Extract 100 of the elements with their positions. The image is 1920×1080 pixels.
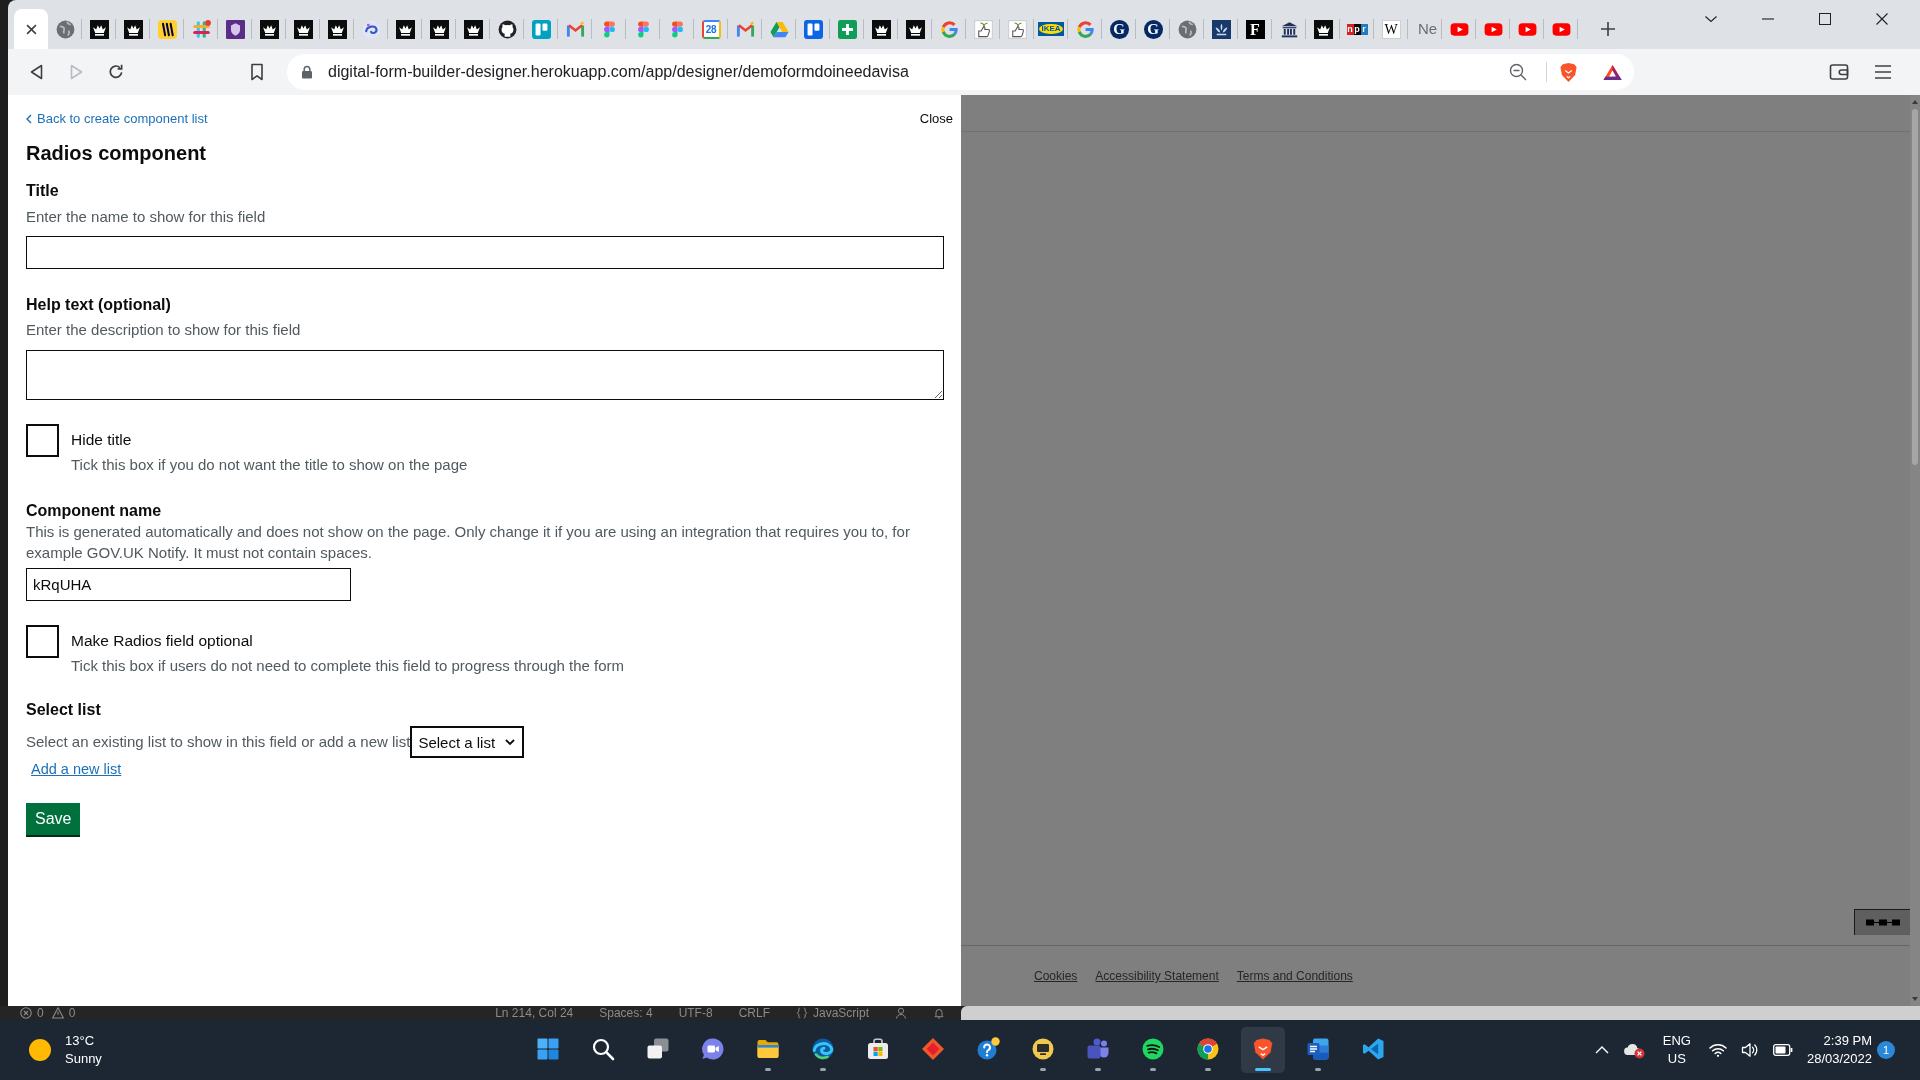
crown-icon bbox=[871, 19, 891, 39]
warning-icon bbox=[51, 1007, 64, 1019]
add-list-link[interactable]: Add a new list bbox=[31, 759, 122, 779]
checkbox[interactable] bbox=[26, 424, 59, 457]
board-logo-icon bbox=[803, 19, 823, 39]
taskbar-button[interactable] bbox=[1240, 1027, 1285, 1073]
panel-heading: Radios component bbox=[26, 141, 206, 165]
field-label: Select list bbox=[26, 700, 101, 720]
letter-logo: F bbox=[1245, 19, 1265, 39]
save-button[interactable]: Save bbox=[26, 803, 81, 835]
board-logo-icon bbox=[531, 19, 551, 39]
text-input[interactable] bbox=[26, 236, 944, 269]
minimize-icon[interactable] bbox=[1761, 18, 1774, 20]
plus-icon[interactable] bbox=[1601, 22, 1615, 36]
checkbox-label: Hide title bbox=[71, 430, 132, 450]
sound-waves-logo-icon bbox=[1140, 1037, 1165, 1061]
sun-icon bbox=[28, 1038, 52, 1062]
checkbox-label: Make Radios field optional bbox=[71, 631, 253, 651]
triangle-logo-icon[interactable] bbox=[1603, 63, 1622, 81]
back-link[interactable]: Back to create component list bbox=[26, 111, 208, 127]
diamond-icon bbox=[920, 1037, 945, 1061]
shield-crest-icon bbox=[225, 19, 245, 39]
linked-squares-icon bbox=[1865, 919, 1900, 926]
error-icon bbox=[20, 1007, 32, 1019]
plus-tile-icon bbox=[837, 19, 857, 39]
footer-link[interactable]: Accessibility Statement bbox=[1095, 969, 1219, 983]
text-area[interactable] bbox=[26, 350, 944, 400]
calendar-logo: 28 bbox=[701, 19, 721, 39]
swirl-logo-icon bbox=[361, 19, 381, 39]
emblem-icon bbox=[1211, 19, 1231, 39]
video-chat-icon bbox=[700, 1037, 725, 1061]
address-bar[interactable]: digital-form-builder-designer.herokuapp.com/app/designer/demoformdoineedavisa bbox=[287, 54, 1634, 90]
four-squares-icon bbox=[535, 1037, 560, 1061]
field-hint: Tick this box if you do not want the title to show on the page bbox=[71, 455, 468, 475]
envelope-logo-icon bbox=[565, 19, 585, 39]
cat-logo-icon bbox=[497, 19, 517, 39]
braces-icon bbox=[795, 1007, 808, 1019]
shopping-bag-icon bbox=[865, 1037, 890, 1061]
chevron-up-icon[interactable] bbox=[1594, 1046, 1609, 1054]
wave-logo-icon bbox=[810, 1037, 835, 1061]
menu-icon[interactable] bbox=[1875, 65, 1891, 79]
hash-logo-icon bbox=[191, 19, 211, 39]
letter-logo: G bbox=[1143, 19, 1163, 39]
field-label: Component name bbox=[26, 501, 162, 521]
status-item: Spaces: 4 bbox=[599, 1006, 653, 1020]
notification-count[interactable]: 1 bbox=[1877, 1041, 1895, 1059]
document-logo-icon bbox=[1305, 1037, 1330, 1061]
chevron-down-icon[interactable] bbox=[1704, 16, 1717, 22]
folder-icon bbox=[755, 1037, 780, 1061]
crown-icon bbox=[395, 19, 415, 39]
close-link[interactable]: Close bbox=[919, 111, 953, 127]
field-label: Help text (optional) bbox=[26, 295, 171, 315]
crown-icon bbox=[463, 19, 483, 39]
close-icon[interactable] bbox=[1875, 13, 1888, 25]
cloud-error-icon[interactable] bbox=[1622, 1041, 1645, 1059]
canvas-control-button[interactable] bbox=[1854, 909, 1910, 935]
scrollbar[interactable] bbox=[1910, 95, 1920, 1006]
maximize-icon[interactable] bbox=[1818, 13, 1831, 25]
text-input[interactable]: kRqUHA bbox=[26, 568, 351, 601]
wallet-icon[interactable] bbox=[1829, 63, 1849, 81]
footer-link[interactable]: Cookies bbox=[1034, 969, 1078, 983]
status-item: Ln 214, Col 24 bbox=[495, 1006, 574, 1020]
segmented-circle-icon bbox=[1195, 1037, 1220, 1061]
crown-icon bbox=[1313, 19, 1333, 39]
chevron-left-icon bbox=[26, 114, 32, 124]
problem-count: 0 bbox=[37, 1006, 44, 1020]
bell-icon bbox=[933, 1007, 945, 1019]
list-select[interactable]: Select a list bbox=[410, 726, 525, 758]
zoom-out-icon[interactable] bbox=[1509, 63, 1527, 81]
triangle-logo-icon bbox=[769, 19, 789, 39]
clock[interactable]: 2:39 PM 28/03/2022 bbox=[1806, 1032, 1872, 1068]
wifi-icon[interactable] bbox=[1708, 1043, 1727, 1057]
people-logo-icon bbox=[1085, 1037, 1110, 1061]
globe-icon bbox=[55, 19, 75, 39]
search-icon bbox=[590, 1037, 615, 1061]
problem-count: 0 bbox=[68, 1006, 76, 1020]
letter-logo: G bbox=[1109, 19, 1129, 39]
field-hint: Select an existing list to show in this field or add a new list bbox=[26, 732, 411, 752]
input-language-indicator[interactable]: ENG US bbox=[1662, 1032, 1691, 1068]
chevron-down-icon bbox=[505, 739, 516, 745]
battery-icon[interactable] bbox=[1772, 1044, 1793, 1056]
ring-logo-icon bbox=[939, 19, 959, 39]
letter-logo: W bbox=[1381, 19, 1401, 39]
stripes-logo-icon bbox=[157, 19, 177, 39]
footer-link[interactable]: Terms and Conditions bbox=[1236, 969, 1353, 983]
weather-widget[interactable]: 13°C Sunny bbox=[28, 1032, 102, 1068]
status-item: JavaScript bbox=[812, 1006, 869, 1020]
overlapping-windows-icon bbox=[645, 1037, 670, 1061]
shield-logo-icon[interactable] bbox=[1559, 61, 1578, 83]
field-label: Title bbox=[26, 181, 59, 201]
checkbox[interactable] bbox=[26, 625, 59, 658]
crown-icon bbox=[293, 19, 313, 39]
speaker-icon[interactable] bbox=[1740, 1042, 1759, 1058]
field-hint: Enter the name to show for this field bbox=[26, 207, 266, 227]
bank-building-icon bbox=[1279, 19, 1299, 39]
field-hint: Tick this box if users do not need to complete this field to progress through the form bbox=[71, 656, 625, 676]
person-icon bbox=[895, 1007, 907, 1019]
thumbs-up-icon bbox=[1007, 19, 1027, 39]
monitor-logo-icon bbox=[1030, 1037, 1055, 1061]
crown-icon bbox=[89, 19, 109, 39]
